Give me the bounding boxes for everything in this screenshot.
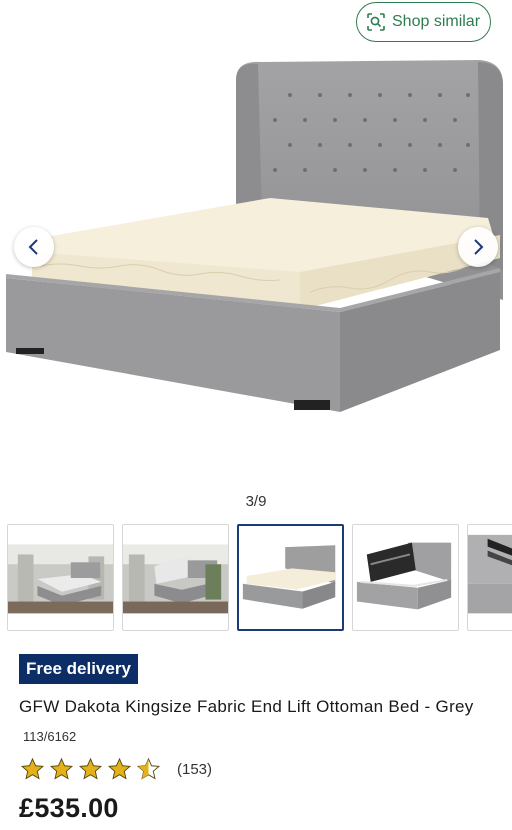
chevron-left-icon <box>28 239 38 255</box>
star-full-icon <box>49 757 74 780</box>
star-half-icon <box>136 757 161 780</box>
shop-similar-label: Shop similar <box>392 13 481 30</box>
product-id: 113/6162 <box>23 729 77 744</box>
gallery-counter: 3/9 <box>245 493 267 510</box>
thumbnail-5-image <box>468 525 512 630</box>
gallery-previous-button[interactable] <box>14 227 54 267</box>
visual-search-icon <box>367 13 385 31</box>
gallery-next-button[interactable] <box>458 227 498 267</box>
thumbnail-3[interactable] <box>237 524 344 631</box>
product-title-block: GFW Dakota Kingsize Fabric End Lift Otto… <box>19 692 489 751</box>
review-count[interactable]: (153) <box>177 761 212 778</box>
rating-stars <box>20 757 161 782</box>
thumbnail-3-image <box>239 526 342 629</box>
thumbnail-2-image <box>123 544 228 614</box>
thumbnail-4-image <box>353 525 458 630</box>
star-full-icon <box>107 757 132 780</box>
shop-similar-button[interactable]: Shop similar <box>356 2 491 42</box>
product-image-gallery[interactable]: Shop similar <box>0 0 512 490</box>
chevron-right-icon <box>474 239 484 255</box>
free-delivery-badge: Free delivery <box>19 654 138 684</box>
thumbnail-2[interactable] <box>122 524 229 631</box>
product-rating[interactable]: (153) <box>20 756 212 782</box>
thumbnail-5[interactable] <box>467 524 512 631</box>
product-main-image <box>6 60 503 412</box>
product-title: GFW Dakota Kingsize Fabric End Lift Otto… <box>19 697 474 716</box>
thumbnail-strip[interactable] <box>7 524 512 632</box>
product-price: £535.00 <box>19 793 119 823</box>
star-full-icon <box>20 757 45 780</box>
thumbnail-1-image <box>8 544 113 614</box>
star-full-icon <box>78 757 103 780</box>
thumbnail-4[interactable] <box>352 524 459 631</box>
thumbnail-1[interactable] <box>7 524 114 631</box>
